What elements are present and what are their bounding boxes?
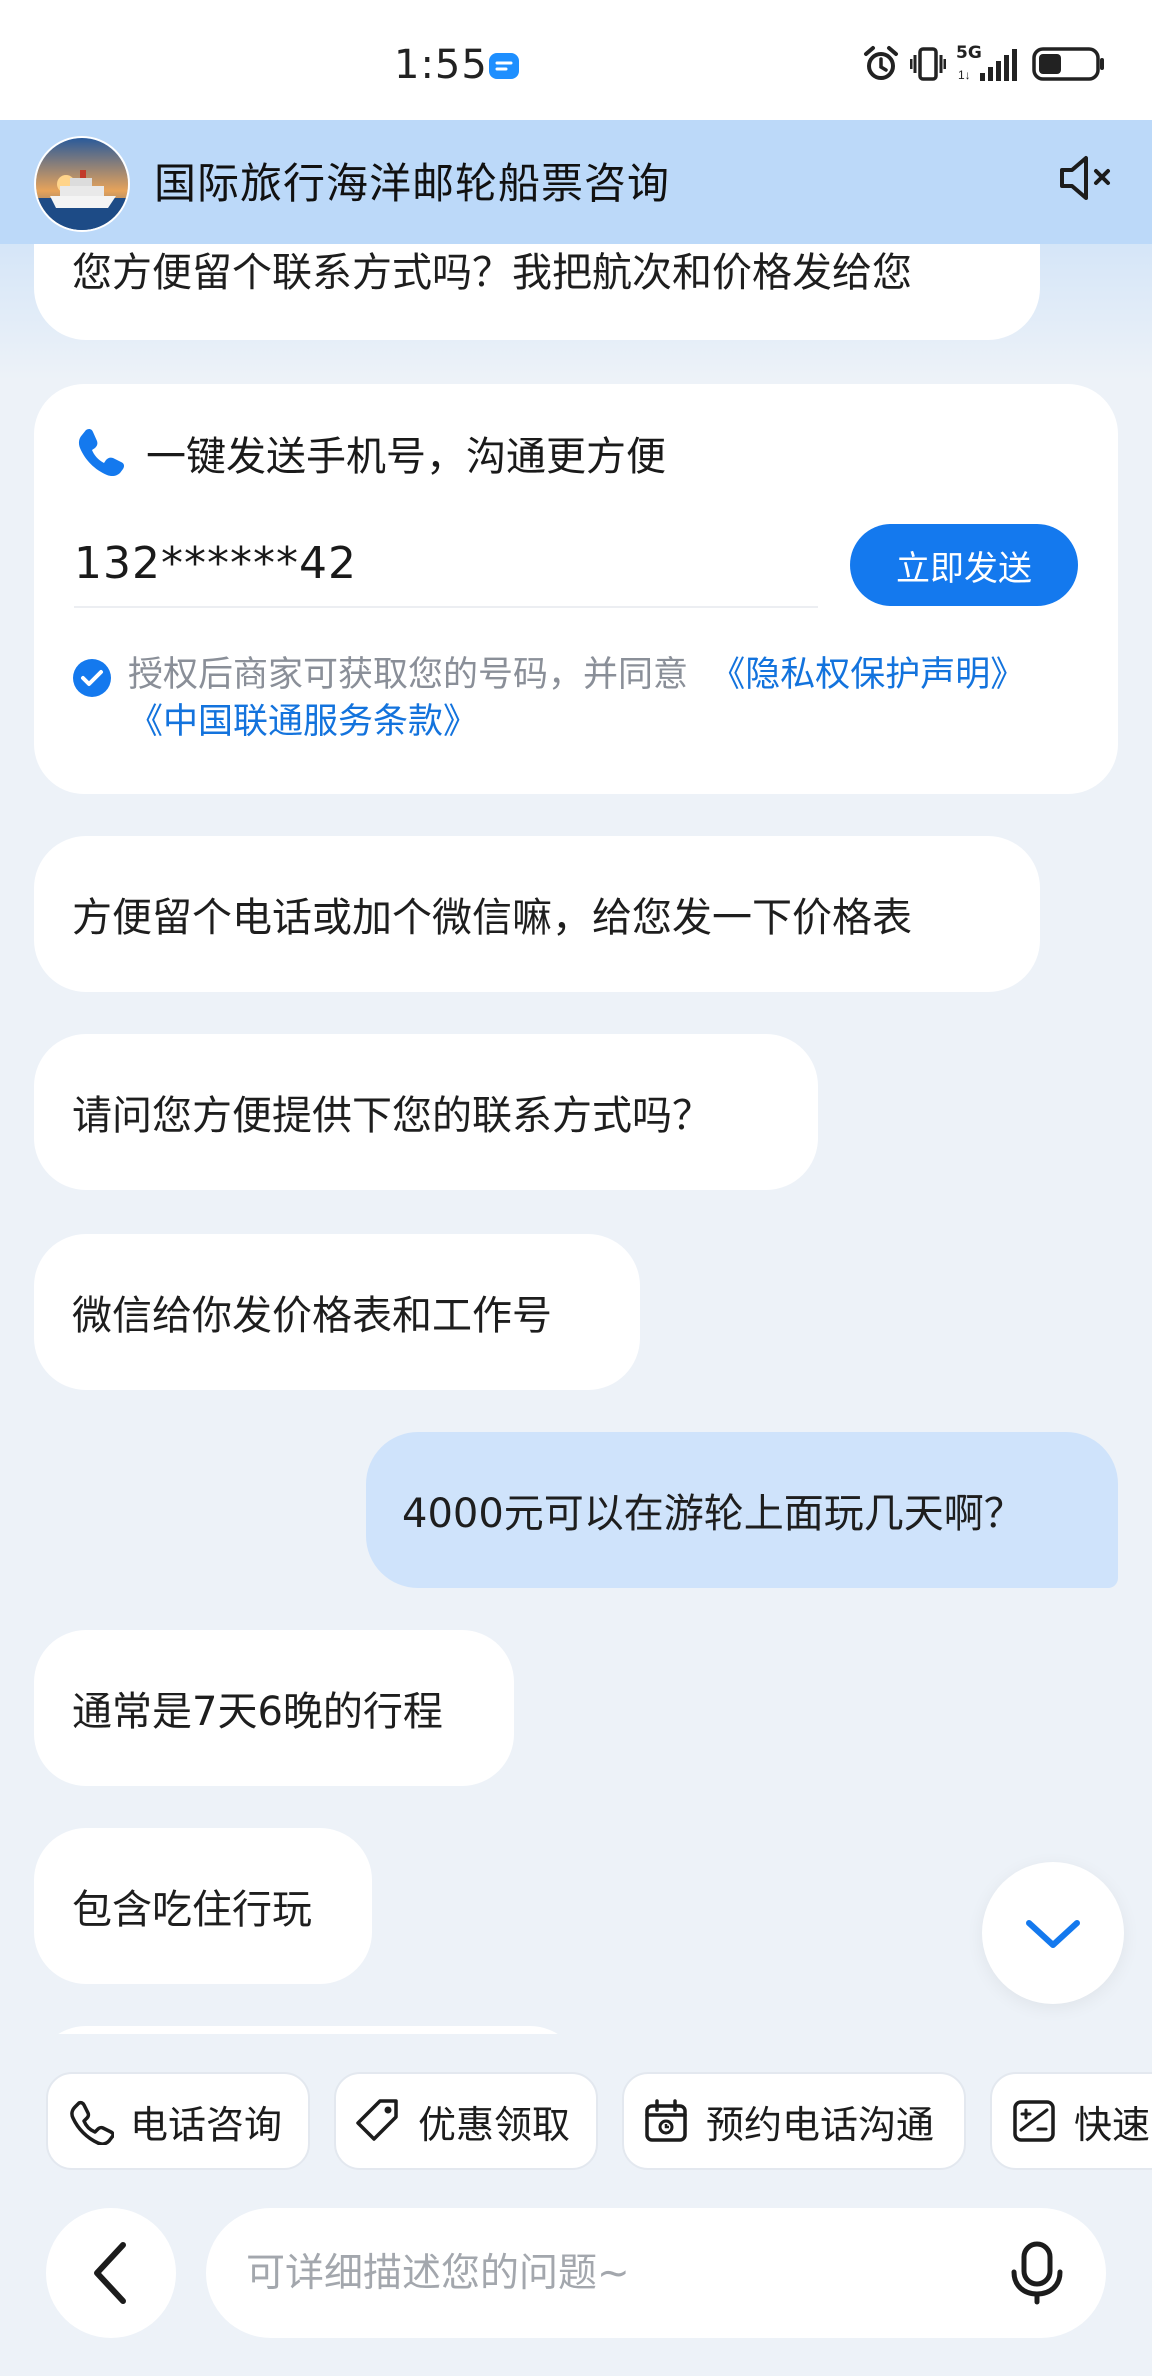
message-input[interactable] (246, 2208, 986, 2338)
message-text: 请问您方便提供下您的联系方式吗？ (72, 1093, 712, 1139)
quick-action-book-call[interactable]: 预约电话沟通 (622, 2072, 966, 2170)
message-bubble-user: 4000元可以在游轮上面玩几天啊？ (366, 1432, 1118, 1588)
message-bubble-agent: 通常是7天6晚的行程 (34, 1630, 514, 1786)
message-text: 4000元可以在游轮上面玩几天啊？ (402, 1491, 1024, 1537)
alarm-icon (864, 46, 898, 80)
message-text: 微信给你发价格表和工作号 (72, 1293, 552, 1339)
quick-actions-bar: 电话咨询 优惠领取 预约电话沟通 快速 (0, 2072, 1152, 2174)
message-bubble-agent: 方便留个电话或加个微信嘛，给您发一下价格表 (34, 836, 1040, 992)
message-bubble-agent: 包含吃住行玩 (34, 1828, 372, 1984)
divider (74, 606, 818, 608)
quick-action-coupon[interactable]: 优惠领取 (334, 2072, 598, 2170)
signal-indicator: 5G 1↓ (956, 43, 1022, 83)
avatar[interactable] (34, 136, 130, 232)
page-title: 国际旅行海洋邮轮船票咨询 (154, 159, 671, 208)
message-bubble-agent: 微信给你发价格表和工作号 (34, 1234, 640, 1390)
speaker-muted-icon[interactable] (1054, 146, 1118, 210)
quick-action-quick[interactable]: 快速 (990, 2072, 1152, 2170)
message-bubble-agent (34, 2026, 582, 2034)
status-icons: 5G 1↓ (862, 43, 1106, 84)
message-input-container (206, 2208, 1106, 2338)
calendar-icon (645, 2099, 687, 2142)
status-time: 1:55 (394, 42, 488, 88)
checkbox-checked-icon[interactable] (72, 658, 112, 698)
message-text: 通常是7天6晚的行程 (72, 1689, 443, 1735)
phone-icon (78, 428, 125, 477)
message-text: 包含吃住行玩 (72, 1887, 312, 1933)
phone-number[interactable]: 132******42 (74, 538, 357, 589)
microphone-icon[interactable] (1004, 2240, 1070, 2306)
message-text: 您方便留个联系方式吗？我把航次和价格发给您 (72, 250, 912, 296)
privacy-policy-link[interactable]: 《隐私权保护声明》 (710, 655, 1025, 695)
consent-label: 授权后商家可获取您的号码，并同意 (128, 655, 689, 695)
quick-calc-icon (1013, 2100, 1055, 2142)
message-text: 方便留个电话或加个微信嘛，给您发一下价格表 (72, 895, 912, 941)
phone-card-title: 一键发送手机号，沟通更方便 (146, 434, 666, 480)
chat-header: 国际旅行海洋邮轮船票咨询 (0, 120, 1152, 244)
terms-link[interactable]: 《中国联通服务条款》 (128, 702, 478, 742)
quick-action-label: 电话咨询 (130, 2102, 283, 2147)
quick-action-label: 优惠领取 (418, 2102, 571, 2147)
chevron-down-icon (1026, 1920, 1080, 1948)
quick-action-label: 预约电话沟通 (706, 2102, 935, 2147)
svg-text:1↓: 1↓ (958, 68, 971, 82)
tag-icon (356, 2099, 398, 2141)
message-bubble-agent: 请问您方便提供下您的联系方式吗？ (34, 1034, 818, 1190)
signal-icon: 1↓ (958, 49, 1017, 82)
message-bubble-agent: 您方便留个联系方式吗？我把航次和价格发给您 (34, 244, 1040, 340)
send-phone-button[interactable]: 立即发送 (850, 524, 1078, 606)
cruise-ship-avatar (36, 138, 128, 230)
chevron-left-icon (94, 2242, 126, 2304)
phone-send-card: 一键发送手机号，沟通更方便 132******42 立即发送 授权后商家可获取您… (34, 384, 1118, 794)
consent-text: 授权后商家可获取您的号码，并同意 《隐私权保护声明》 《中国联通服务条款》 (128, 652, 1088, 746)
quick-action-label: 快速 (1074, 2102, 1151, 2147)
phone-icon (70, 2100, 114, 2145)
status-bar: 1:55 5G 1↓ (0, 0, 1152, 120)
chat-messages[interactable]: 您方便留个联系方式吗？我把航次和价格发给您 一键发送手机号，沟通更方便 132*… (0, 244, 1152, 2034)
battery-icon (1032, 47, 1104, 81)
quick-action-phone-consult[interactable]: 电话咨询 (46, 2072, 310, 2170)
vibrate-icon (910, 47, 946, 81)
back-button[interactable] (46, 2208, 176, 2338)
chat-bubble-icon (489, 53, 519, 79)
scroll-to-bottom-button[interactable] (982, 1862, 1124, 2004)
